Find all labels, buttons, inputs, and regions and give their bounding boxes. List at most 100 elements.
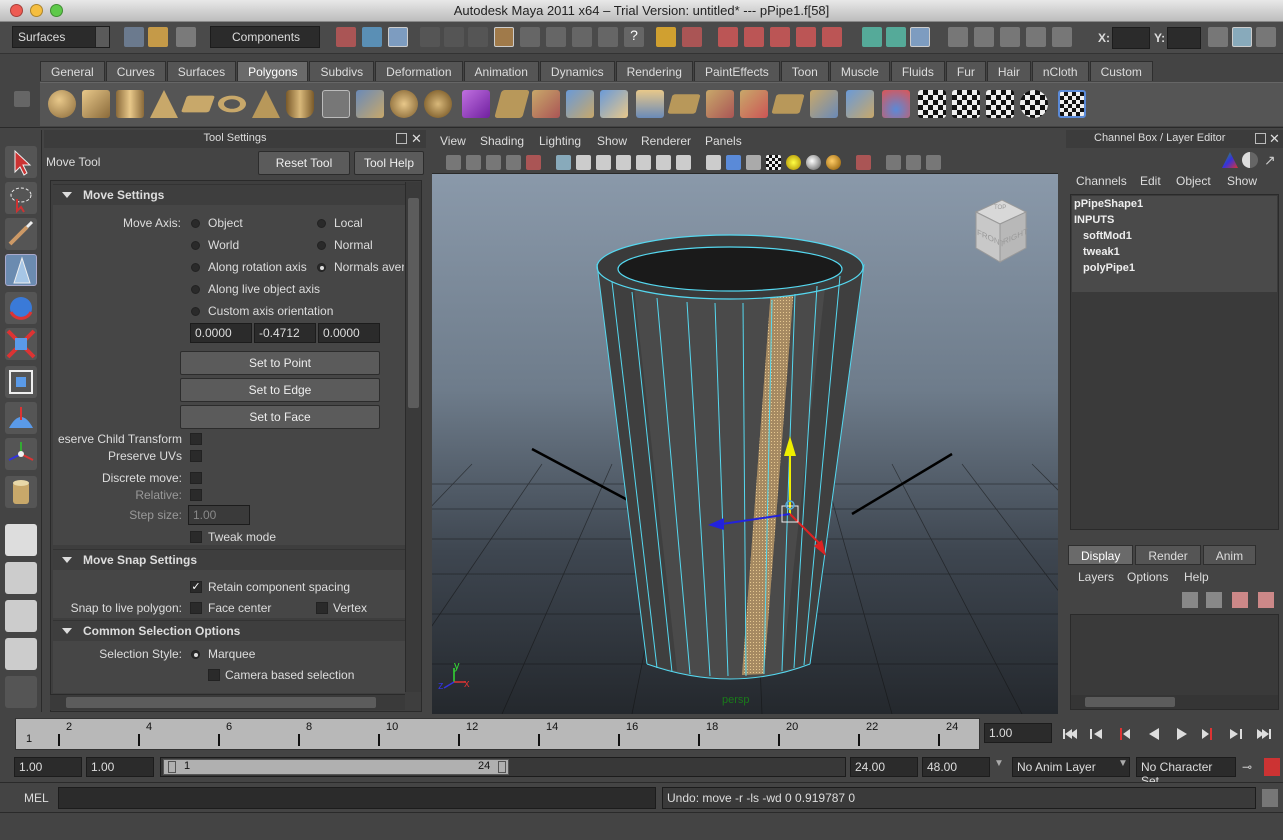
move-tool-icon[interactable] <box>5 254 37 286</box>
poly-plane-icon[interactable] <box>180 95 216 113</box>
misc-mask-icon[interactable] <box>520 27 540 47</box>
construction-history-icon[interactable] <box>910 27 930 47</box>
range-handle[interactable]: 1 24 <box>163 759 509 775</box>
image-plane-icon[interactable] <box>506 155 521 170</box>
command-language-label[interactable]: MEL <box>24 791 49 805</box>
soft-modification-icon[interactable] <box>5 402 37 434</box>
radio-rotation-axis[interactable] <box>191 263 200 272</box>
selection-options-header[interactable]: Common Selection Options <box>53 620 405 640</box>
make-live-icon[interactable] <box>822 27 842 47</box>
cb-menu-show[interactable]: Show <box>1227 174 1257 188</box>
pivot-mask-icon[interactable] <box>572 27 592 47</box>
tool-settings-toggle-icon[interactable] <box>1256 27 1276 47</box>
universal-manipulator-icon[interactable] <box>5 366 37 398</box>
shelf-tab-polygons[interactable]: Polygons <box>237 61 309 81</box>
radio-normals-average[interactable] <box>317 263 326 272</box>
select-camera-icon[interactable] <box>446 155 461 170</box>
layer-scroll-thumb[interactable] <box>1085 697 1175 707</box>
layer-menu-options[interactable]: Options <box>1127 570 1168 584</box>
custom-layout-icon[interactable] <box>5 676 37 708</box>
rotate-tool-icon[interactable] <box>5 292 37 324</box>
spherical-map-icon[interactable] <box>986 90 1014 118</box>
resolution-gate-icon[interactable] <box>596 155 611 170</box>
vp-menu-lighting[interactable]: Lighting <box>539 134 581 148</box>
save-scene-icon[interactable] <box>176 27 196 47</box>
radio-marquee[interactable] <box>191 650 200 659</box>
xray-icon[interactable] <box>886 155 901 170</box>
axis-z-field[interactable]: 0.0000 <box>318 323 380 343</box>
poly-cube-icon[interactable] <box>82 90 110 118</box>
node-tweak[interactable]: tweak1 <box>1083 246 1120 258</box>
float-panel-icon[interactable] <box>1255 133 1266 144</box>
playback-end-field[interactable]: 24.00 <box>850 757 918 777</box>
range-grip-end[interactable] <box>498 761 506 773</box>
set-to-face-button[interactable]: Set to Face <box>180 405 380 429</box>
auto-map-icon[interactable] <box>1020 90 1048 118</box>
play-backwards-icon[interactable] <box>1146 727 1162 741</box>
show-manipulator-icon[interactable] <box>5 438 37 470</box>
shelf-tab-painteffects[interactable]: PaintEffects <box>693 61 780 81</box>
ipr-render-icon[interactable] <box>1000 27 1020 47</box>
step-back-frame-icon[interactable] <box>1116 727 1132 741</box>
input-connections-icon[interactable] <box>862 27 882 47</box>
lock-selection-icon[interactable] <box>656 27 676 47</box>
shelf-tab-custom[interactable]: Custom <box>1089 61 1153 81</box>
xray-components-icon[interactable] <box>926 155 941 170</box>
wireframe-icon[interactable] <box>706 155 721 170</box>
shelf-tab-surfaces[interactable]: Surfaces <box>166 61 237 81</box>
new-layer-selected-icon[interactable] <box>1206 592 1222 608</box>
paint-select-tool-icon[interactable] <box>5 218 37 250</box>
chevron-down-icon[interactable]: ▼ <box>994 758 1008 776</box>
script-editor-icon[interactable] <box>1262 789 1278 807</box>
render-settings-icon[interactable] <box>1026 27 1046 47</box>
cb-menu-edit[interactable]: Edit <box>1140 174 1161 188</box>
isolate-select-icon[interactable] <box>856 155 871 170</box>
range-bar[interactable]: 1 24 <box>160 757 846 777</box>
vp-menu-show[interactable]: Show <box>597 134 627 148</box>
go-to-end-icon[interactable] <box>1256 727 1272 741</box>
cylindrical-map-icon[interactable] <box>952 90 980 118</box>
node-shape[interactable]: pPipeShape1 <box>1074 198 1143 210</box>
poly-torus-icon[interactable] <box>218 95 246 113</box>
poly-cone-icon[interactable] <box>150 90 178 118</box>
scroll-thumb[interactable] <box>408 198 419 408</box>
step-size-field[interactable]: 1.00 <box>188 505 250 525</box>
extrude-icon[interactable] <box>494 90 530 118</box>
four-view-layout-icon[interactable] <box>5 562 37 594</box>
command-input[interactable] <box>58 787 656 809</box>
radio-local[interactable] <box>317 219 326 228</box>
camera-attributes-icon[interactable] <box>466 155 481 170</box>
tool-settings-scrollbar[interactable] <box>405 182 421 692</box>
poly-pyramid-icon[interactable] <box>252 90 280 118</box>
safe-action-icon[interactable] <box>656 155 671 170</box>
display-toggle-icon[interactable] <box>1242 152 1258 168</box>
close-icon[interactable]: ✕ <box>411 131 422 147</box>
preserve-uvs-checkbox[interactable] <box>190 450 202 462</box>
bridge-icon[interactable] <box>532 90 560 118</box>
end-time-field[interactable]: 48.00 <box>922 757 990 777</box>
bevel-icon[interactable] <box>706 90 734 118</box>
xray-joints-icon[interactable] <box>906 155 921 170</box>
safe-title-icon[interactable] <box>676 155 691 170</box>
average-vertices-icon[interactable] <box>462 90 490 118</box>
poly-pipe-icon[interactable] <box>286 90 314 118</box>
shelf-tab-fluids[interactable]: Fluids <box>890 61 945 81</box>
select-by-hierarchy-icon[interactable] <box>336 27 356 47</box>
relative-checkbox[interactable] <box>190 489 202 501</box>
start-time-field[interactable]: 1.00 <box>14 757 82 777</box>
character-set-dropdown[interactable]: No Character Set <box>1136 757 1236 788</box>
single-perspective-layout-icon[interactable] <box>5 524 37 556</box>
step-forward-frame-icon[interactable] <box>1200 727 1216 741</box>
retain-spacing-checkbox[interactable]: ✓ <box>190 581 202 593</box>
play-forwards-icon[interactable] <box>1174 727 1190 741</box>
shelf-tab-deformation[interactable]: Deformation <box>375 61 463 81</box>
poly-plane-grid-icon[interactable] <box>322 90 350 118</box>
step-back-key-icon[interactable] <box>1088 727 1104 741</box>
render-view-icon[interactable] <box>948 27 968 47</box>
viewport-canvas[interactable]: y x z TOP FRONT RIGHT persp <box>432 174 1058 714</box>
offset-edge-loop-icon[interactable] <box>667 94 701 114</box>
face-mask-icon[interactable] <box>468 27 488 47</box>
vertex-checkbox[interactable] <box>316 602 328 614</box>
radio-normal[interactable] <box>317 241 326 250</box>
layer-tab-render[interactable]: Render <box>1135 545 1201 565</box>
